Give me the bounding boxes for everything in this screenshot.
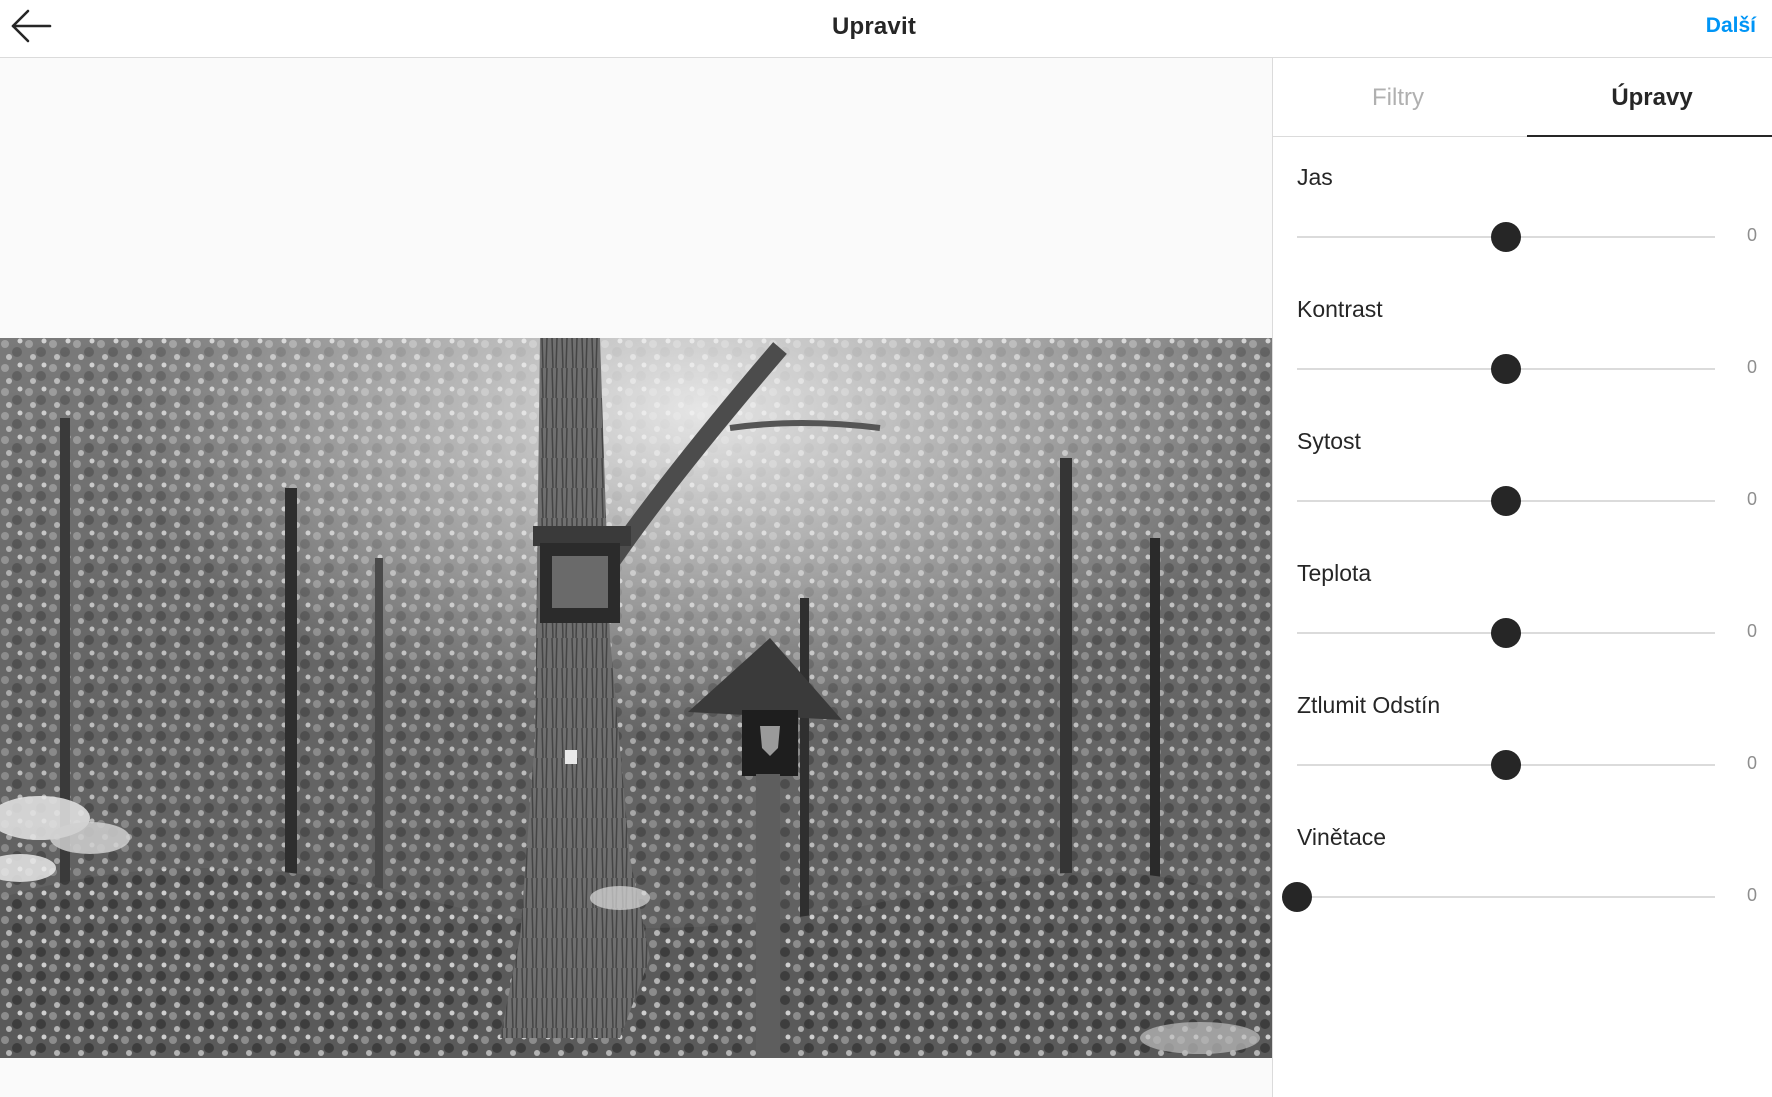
forest-photo bbox=[0, 338, 1272, 1058]
adjustments-panel: Filtry Úpravy Jas 0 Kontrast 0 Sytost 0 … bbox=[1272, 58, 1772, 1097]
page-title: Upravit bbox=[831, 13, 917, 40]
adjustment-label: Sytost bbox=[1297, 428, 1361, 454]
adjustment-contrast: Kontrast 0 bbox=[1297, 288, 1767, 420]
slider-thumb[interactable] bbox=[1491, 618, 1521, 648]
adjustment-brightness: Jas 0 bbox=[1297, 156, 1767, 288]
adjustment-fade: Ztlumit Odstín 0 bbox=[1297, 684, 1767, 816]
slider-thumb[interactable] bbox=[1491, 354, 1521, 384]
tab-adjustments[interactable]: Úpravy bbox=[1527, 58, 1772, 137]
adjustment-label: Vinětace bbox=[1297, 824, 1387, 850]
adjustment-saturation: Sytost 0 bbox=[1297, 420, 1767, 552]
adjustment-label: Ztlumit Odstín bbox=[1297, 692, 1441, 718]
slider-thumb[interactable] bbox=[1282, 882, 1312, 912]
slider-thumb[interactable] bbox=[1491, 750, 1521, 780]
adjustment-label: Jas bbox=[1297, 164, 1333, 190]
slider-thumb[interactable] bbox=[1491, 222, 1521, 252]
adjustment-label: Teplota bbox=[1297, 560, 1372, 586]
adjustment-value: 0 bbox=[1746, 753, 1757, 773]
adjustment-label: Kontrast bbox=[1297, 296, 1383, 322]
next-button[interactable]: Další bbox=[1706, 14, 1756, 38]
slider-track[interactable] bbox=[1297, 896, 1715, 898]
photo-canvas bbox=[0, 58, 1272, 1097]
slider-thumb[interactable] bbox=[1491, 486, 1521, 516]
panel-tabs: Filtry Úpravy bbox=[1273, 58, 1772, 137]
adjustment-vignette: Vinětace 0 bbox=[1282, 816, 1767, 948]
adjustment-value: 0 bbox=[1746, 225, 1757, 245]
adjustment-value: 0 bbox=[1746, 621, 1757, 641]
adjustment-value: 0 bbox=[1746, 489, 1757, 509]
tab-filters[interactable]: Filtry bbox=[1273, 58, 1523, 136]
adjustment-temperature: Teplota 0 bbox=[1297, 552, 1767, 684]
top-bar: Upravit Další bbox=[0, 0, 1772, 58]
adjustment-value: 0 bbox=[1746, 885, 1757, 905]
adjustment-value: 0 bbox=[1746, 357, 1757, 377]
